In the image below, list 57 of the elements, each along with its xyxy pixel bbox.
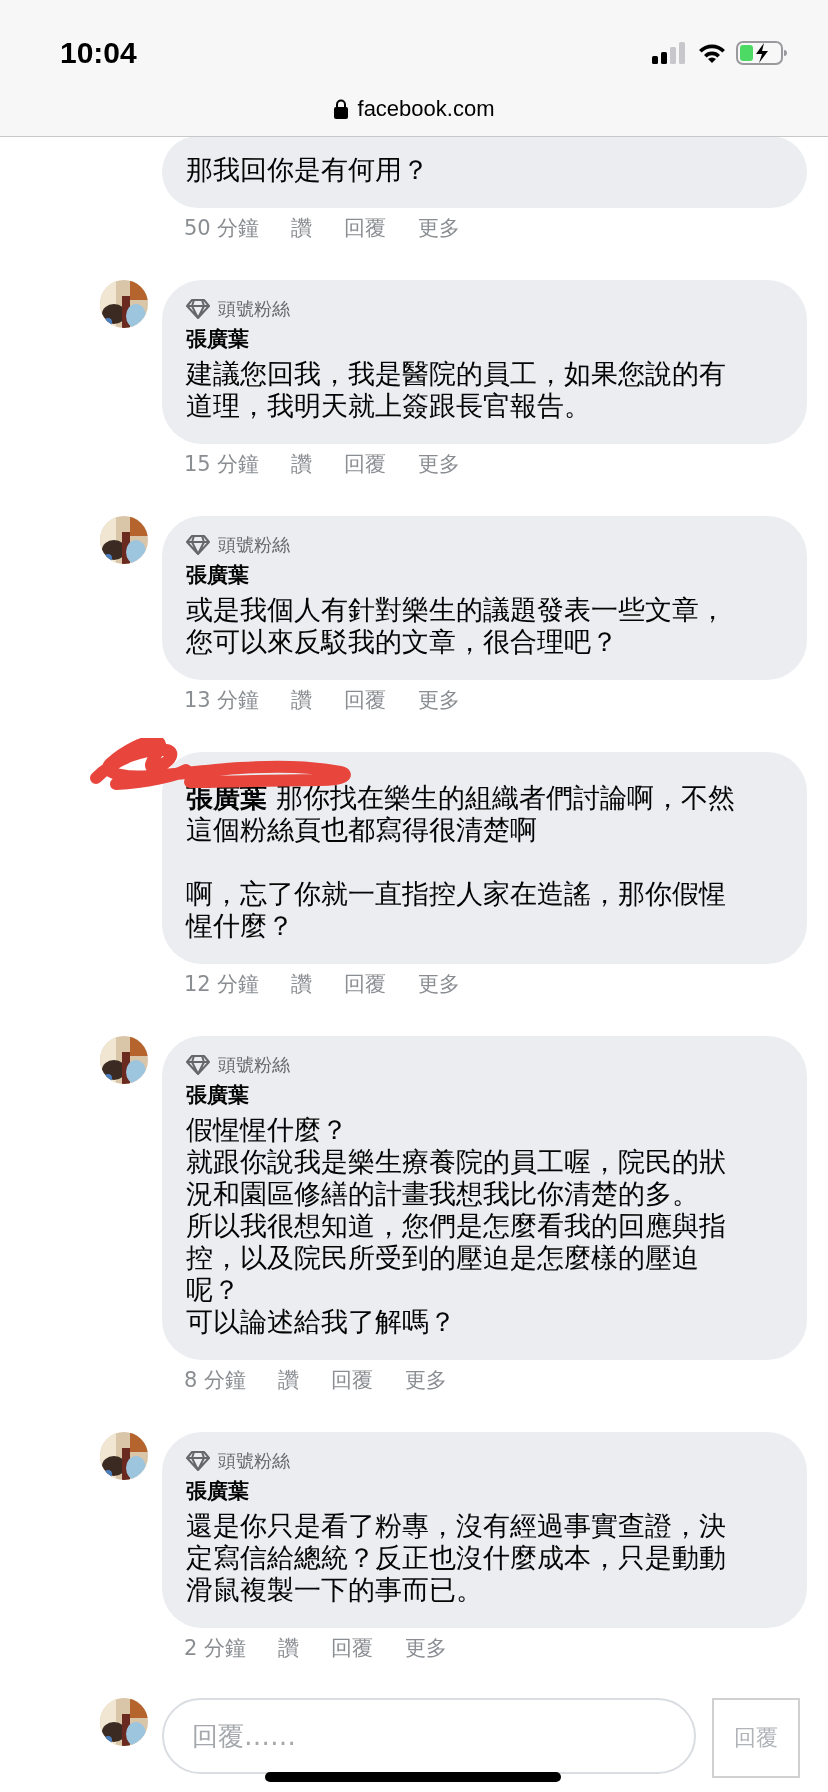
url-text[interactable]: facebook.com bbox=[357, 96, 495, 122]
comment-time: 13 分鐘 bbox=[184, 688, 260, 712]
lock-icon bbox=[333, 99, 348, 119]
action-link[interactable]: 讚 bbox=[278, 1636, 300, 1660]
avatar bbox=[100, 280, 148, 328]
comment-text: 啊，忘了你就一直指控人家在造謠，那你假惺惺什麼？ bbox=[186, 878, 727, 942]
action-link[interactable]: 更多 bbox=[418, 688, 461, 712]
comment-time: 12 分鐘 bbox=[184, 972, 260, 996]
action-link[interactable]: 更多 bbox=[405, 1636, 448, 1660]
action-link[interactable]: 回覆 bbox=[344, 688, 387, 712]
comment-text: 或是我個人有針對樂生的議題發表一些文章，您可以來反駁我的文章，很合理吧？ bbox=[186, 594, 727, 658]
avatar bbox=[100, 1036, 148, 1084]
badge-label: 頭號粉絲 bbox=[218, 1450, 290, 1472]
avatar bbox=[100, 516, 148, 564]
action-link[interactable]: 回覆 bbox=[344, 452, 387, 476]
comment-text: 假惺惺什麼？ bbox=[186, 1114, 349, 1146]
action-link[interactable]: 回覆 bbox=[344, 972, 387, 996]
action-link[interactable]: 回覆 bbox=[331, 1636, 374, 1660]
comment-time: 8 分鐘 bbox=[184, 1368, 247, 1392]
comment-text: 建議您回我，我是醫院的員工，如果您說的有道理，我明天就上簽跟長官報告。 bbox=[186, 358, 727, 422]
author-name[interactable]: 張廣葉 bbox=[186, 1082, 783, 1108]
comment-time: 2 分鐘 bbox=[184, 1636, 247, 1660]
comment-time: 15 分鐘 bbox=[184, 452, 260, 476]
avatar bbox=[100, 1432, 148, 1480]
comment-text: 就跟你說我是樂生療養院的員工喔，院民的狀況和園區修繕的計畫我想我比你清楚的多。 bbox=[186, 1146, 727, 1210]
comment-text: 所以我很想知道，您們是怎麼看我的回應與指控，以及院民所受到的壓迫是怎麼樣的壓迫呢？ bbox=[186, 1210, 727, 1306]
badge-label: 頭號粉絲 bbox=[218, 1054, 290, 1076]
comment-text: 那我回你是有何用？ bbox=[186, 154, 430, 186]
action-link[interactable]: 讚 bbox=[291, 688, 313, 712]
action-link[interactable]: 回覆 bbox=[331, 1368, 374, 1392]
status-time: 10:04 bbox=[60, 36, 137, 70]
badge-label: 頭號粉絲 bbox=[218, 534, 290, 556]
action-link[interactable]: 讚 bbox=[291, 972, 313, 996]
diamond-icon bbox=[186, 1451, 210, 1471]
author-name[interactable]: 張廣葉 bbox=[186, 326, 783, 352]
reply-button[interactable]: 回覆 bbox=[712, 1698, 800, 1778]
action-link[interactable]: 更多 bbox=[418, 216, 461, 240]
diamond-icon bbox=[186, 299, 210, 319]
author-name[interactable]: 張廣葉 bbox=[186, 1478, 783, 1504]
avatar bbox=[100, 1698, 148, 1746]
badge-label: 頭號粉絲 bbox=[218, 298, 290, 320]
comment-time: 50 分鐘 bbox=[184, 216, 260, 240]
action-link[interactable]: 更多 bbox=[405, 1368, 448, 1392]
author-name[interactable]: 張廣葉 bbox=[186, 562, 783, 588]
action-link[interactable]: 回覆 bbox=[344, 216, 387, 240]
comment-text: 可以論述給我了解嗎？ bbox=[186, 1306, 457, 1338]
action-link[interactable]: 讚 bbox=[291, 216, 313, 240]
action-link[interactable]: 更多 bbox=[418, 452, 461, 476]
battery-charging-icon bbox=[736, 40, 788, 66]
action-link[interactable]: 讚 bbox=[291, 452, 313, 476]
signal-icon bbox=[652, 41, 688, 65]
reply-field[interactable]: 回覆…… bbox=[162, 1698, 696, 1774]
comment-text: 還是你只是看了粉專，沒有經過事實查證，決定寫信給總統？反正也沒什麼成本，只是動動滑鼠複製一下的事而已。 bbox=[186, 1510, 727, 1606]
diamond-icon bbox=[186, 1055, 210, 1075]
action-link[interactable]: 讚 bbox=[278, 1368, 300, 1392]
diamond-icon bbox=[186, 535, 210, 555]
action-link[interactable]: 更多 bbox=[418, 972, 461, 996]
